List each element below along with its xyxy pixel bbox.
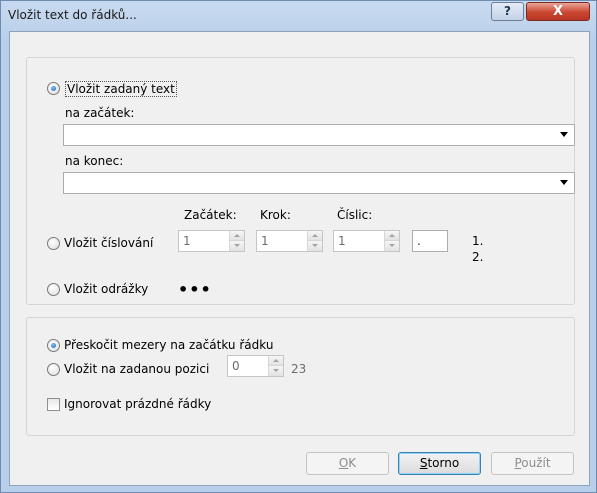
bullets-label[interactable]: Vložit odrážky <box>64 282 148 296</box>
numbering-suffix-value: . <box>417 234 421 248</box>
spin-down-icon[interactable] <box>269 366 283 376</box>
spin-up-icon[interactable] <box>230 231 244 241</box>
apply-button[interactable]: Použít <box>491 452 574 475</box>
spin-up-icon[interactable] <box>269 356 283 366</box>
help-button[interactable]: ? <box>491 2 524 21</box>
end-text-combobox[interactable] <box>63 172 575 194</box>
start-text-combobox[interactable] <box>63 124 575 146</box>
numbering-start-spinner[interactable]: 1 <box>178 230 245 252</box>
spin-up-icon[interactable] <box>308 231 322 241</box>
spin-down-icon[interactable] <box>308 241 322 251</box>
numbering-radio[interactable] <box>47 237 60 250</box>
numbering-sample-2: 2. <box>472 250 484 264</box>
dialog-body: Vložit zadaný text na začátek: na konec:… <box>9 31 590 486</box>
end-label: na konec: <box>65 154 124 168</box>
insert-position-radio[interactable] <box>47 363 60 376</box>
dialog-window: Vložit text do řádků... ? X Vložit zadan… <box>0 0 597 493</box>
close-button[interactable]: X <box>526 2 590 21</box>
insert-text-radio[interactable] <box>47 82 60 95</box>
window-title: Vložit text do řádků... <box>8 8 137 22</box>
position-value: 0 <box>232 359 240 373</box>
spin-up-icon[interactable] <box>385 231 399 241</box>
insert-text-label[interactable]: Vložit zadaný text <box>65 81 177 97</box>
skip-spaces-radio[interactable] <box>47 339 60 352</box>
position-max: 23 <box>291 362 307 376</box>
ok-button[interactable]: OK <box>306 452 389 475</box>
spin-down-icon[interactable] <box>385 241 399 251</box>
numbering-digits-header: Číslic: <box>337 208 373 222</box>
start-label: na začátek: <box>65 106 135 120</box>
insert-position-label[interactable]: Vložit na zadanou pozici <box>64 362 209 376</box>
spin-down-icon[interactable] <box>230 241 244 251</box>
bullets-sample: ••• <box>178 280 212 299</box>
skip-spaces-label[interactable]: Přeskočit mezery na začátku řádku <box>64 338 273 352</box>
chevron-down-icon[interactable] <box>560 132 568 137</box>
close-icon: X <box>552 4 564 19</box>
numbering-digits-spinner[interactable]: 1 <box>333 230 400 252</box>
chevron-down-icon[interactable] <box>560 180 568 185</box>
numbering-step-spinner[interactable]: 1 <box>256 230 323 252</box>
ignore-empty-checkbox[interactable] <box>47 398 60 411</box>
numbering-suffix-input[interactable]: . <box>412 230 448 252</box>
title-bar[interactable]: Vložit text do řádků... ? X <box>1 1 597 31</box>
numbering-start-value: 1 <box>183 234 191 248</box>
ignore-empty-label[interactable]: Ignorovat prázdné řádky <box>64 397 211 411</box>
position-spinner[interactable]: 0 <box>227 355 284 377</box>
bullets-radio[interactable] <box>47 283 60 296</box>
numbering-step-header: Krok: <box>260 208 291 222</box>
numbering-start-header: Začátek: <box>184 208 237 222</box>
cancel-button[interactable]: Storno <box>398 452 481 475</box>
numbering-label[interactable]: Vložit číslování <box>64 236 153 250</box>
insert-options-group: Vložit zadaný text na začátek: na konec:… <box>26 57 575 305</box>
numbering-digits-value: 1 <box>338 234 346 248</box>
numbering-step-value: 1 <box>261 234 269 248</box>
position-options-group: Přeskočit mezery na začátku řádku Vložit… <box>26 317 575 436</box>
numbering-sample-1: 1. <box>472 234 484 248</box>
